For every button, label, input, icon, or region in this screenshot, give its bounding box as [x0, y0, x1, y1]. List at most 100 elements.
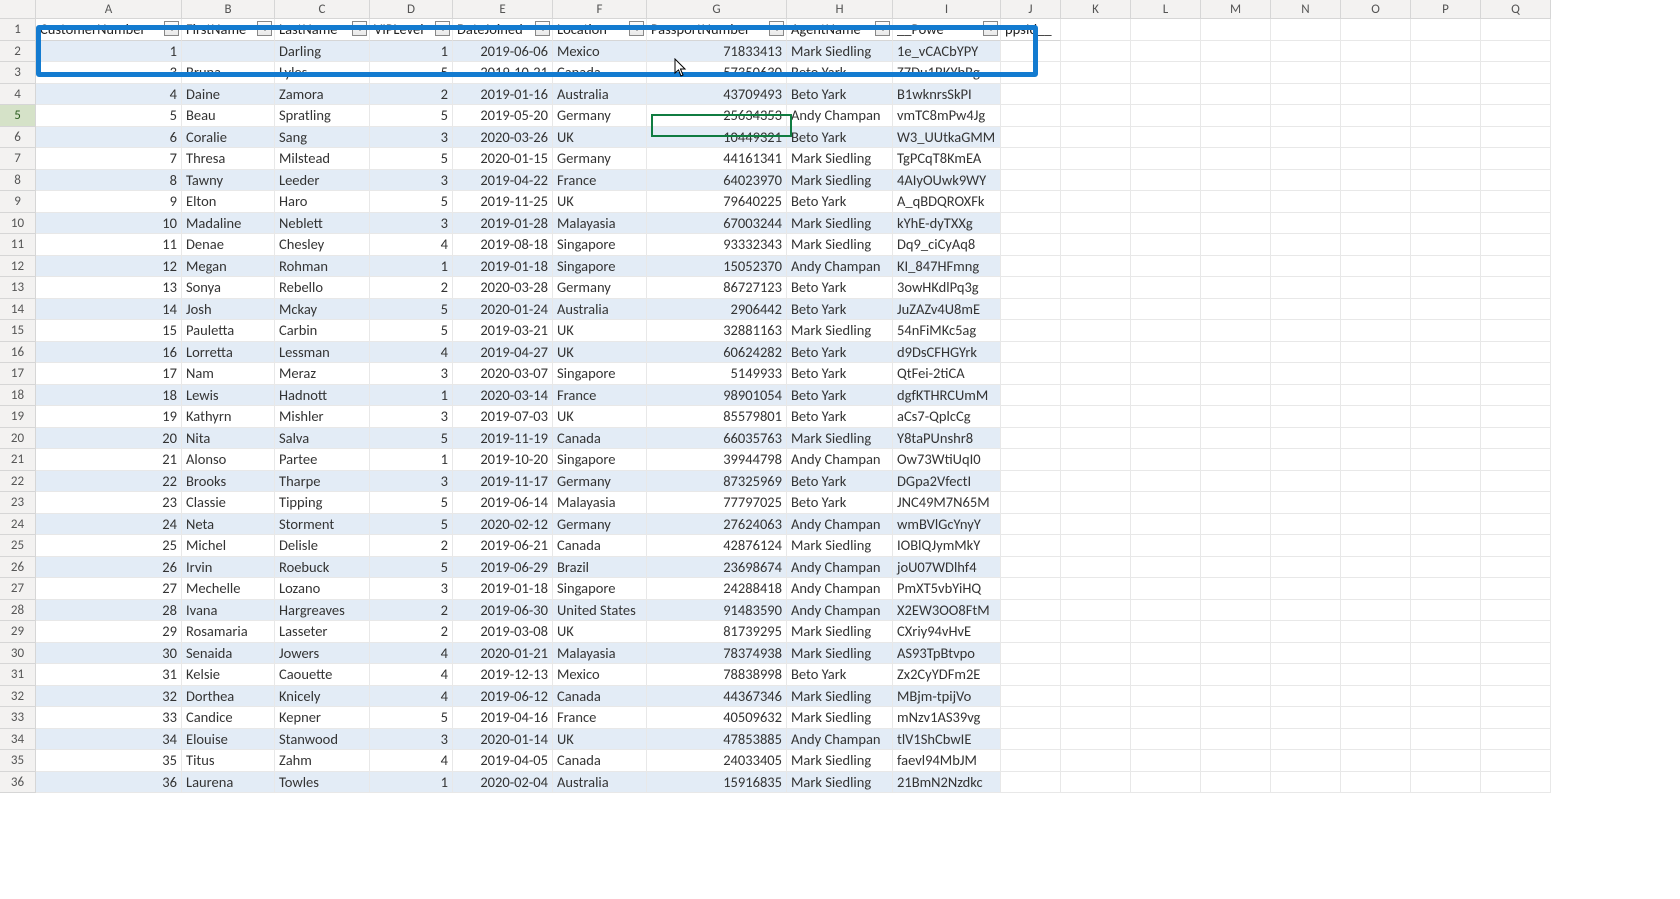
empty-cell[interactable]	[1201, 621, 1271, 643]
empty-cell[interactable]	[1201, 191, 1271, 213]
cell-vip-level[interactable]: 2	[370, 621, 453, 643]
row-header[interactable]: 33	[0, 707, 36, 729]
empty-cell[interactable]	[1061, 557, 1131, 579]
row-header[interactable]: 6	[0, 127, 36, 149]
empty-cell[interactable]	[1131, 342, 1201, 364]
cell-location[interactable]: UK	[553, 621, 647, 643]
cell-last-name[interactable]: Zamora	[275, 84, 370, 106]
table-header[interactable]: __Powe	[893, 19, 1001, 41]
filter-dropdown-icon[interactable]	[435, 21, 450, 36]
cell-location[interactable]: Canada	[553, 686, 647, 708]
row-header[interactable]: 12	[0, 256, 36, 278]
empty-cell[interactable]	[1411, 621, 1481, 643]
cell-last-name[interactable]: Knicely	[275, 686, 370, 708]
cell-agent-name[interactable]: Beto Yark	[787, 406, 893, 428]
cell-power-id[interactable]: Ow73WtiUqI0	[893, 449, 1001, 471]
empty-cell[interactable]	[1271, 707, 1341, 729]
empty-cell[interactable]	[1131, 170, 1201, 192]
cell-vip-level[interactable]: 2	[370, 84, 453, 106]
cell-first-name[interactable]: Daine	[182, 84, 275, 106]
empty-cell[interactable]	[1061, 772, 1131, 794]
table-header[interactable]: PassportNumber	[647, 19, 787, 41]
cell-customer-number[interactable]: 16	[36, 342, 182, 364]
empty-cell[interactable]	[1411, 514, 1481, 536]
cell-last-name[interactable]: Delisle	[275, 535, 370, 557]
cell-passport-number[interactable]: 87325969	[647, 471, 787, 493]
empty-cell[interactable]	[1131, 514, 1201, 536]
cell-last-name[interactable]: Mckay	[275, 299, 370, 321]
empty-cell[interactable]	[1001, 428, 1061, 450]
empty-cell[interactable]	[1201, 170, 1271, 192]
empty-cell[interactable]	[1411, 578, 1481, 600]
row-header[interactable]: 34	[0, 729, 36, 751]
empty-cell[interactable]	[1481, 729, 1551, 751]
empty-cell[interactable]	[1341, 191, 1411, 213]
empty-cell[interactable]	[1341, 385, 1411, 407]
cell-location[interactable]: Canada	[553, 428, 647, 450]
cell-location[interactable]: Malayasia	[553, 213, 647, 235]
cell-passport-number[interactable]: 25634353	[647, 105, 787, 127]
empty-cell[interactable]	[1061, 535, 1131, 557]
cell-vip-level[interactable]: 3	[370, 406, 453, 428]
cell-last-name[interactable]: Partee	[275, 449, 370, 471]
cell-agent-name[interactable]: Andy Champan	[787, 105, 893, 127]
empty-cell[interactable]	[1411, 449, 1481, 471]
cell-location[interactable]: Brazil	[553, 557, 647, 579]
empty-cell[interactable]	[1001, 621, 1061, 643]
empty-cell[interactable]	[1411, 535, 1481, 557]
cell-vip-level[interactable]: 5	[370, 62, 453, 84]
empty-cell[interactable]	[1201, 19, 1271, 41]
cell-power-id[interactable]: 4AIyOUwk9WY	[893, 170, 1001, 192]
cell-last-name[interactable]: Stanwood	[275, 729, 370, 751]
empty-cell[interactable]	[1481, 514, 1551, 536]
empty-cell[interactable]	[1411, 170, 1481, 192]
cell-agent-name[interactable]: Andy Champan	[787, 256, 893, 278]
cell-customer-number[interactable]: 31	[36, 664, 182, 686]
cell-vip-level[interactable]: 5	[370, 148, 453, 170]
empty-cell[interactable]	[1201, 127, 1271, 149]
cell-last-name[interactable]: Chesley	[275, 234, 370, 256]
cell-agent-name[interactable]: Beto Yark	[787, 492, 893, 514]
cell-power-id[interactable]: MBjm-tpijVo	[893, 686, 1001, 708]
row-header[interactable]: 20	[0, 428, 36, 450]
table-header[interactable]: CustomerNumber	[36, 19, 182, 41]
cell-vip-level[interactable]: 5	[370, 428, 453, 450]
cell-customer-number[interactable]: 36	[36, 772, 182, 794]
cell-vip-level[interactable]: 2	[370, 535, 453, 557]
cell-passport-number[interactable]: 64023970	[647, 170, 787, 192]
spreadsheet-grid[interactable]: ABCDEFGHIJKLMNOPQ1CustomerNumberFirstNam…	[0, 0, 1680, 793]
empty-cell[interactable]	[1201, 686, 1271, 708]
empty-cell[interactable]	[1271, 600, 1341, 622]
cell-vip-level[interactable]: 3	[370, 170, 453, 192]
cell-agent-name[interactable]: Mark Siedling	[787, 707, 893, 729]
cell-first-name[interactable]: Candice	[182, 707, 275, 729]
empty-cell[interactable]	[1131, 707, 1201, 729]
cell-last-name[interactable]: Meraz	[275, 363, 370, 385]
cell-power-id[interactable]: QtFei-2tiCA	[893, 363, 1001, 385]
empty-cell[interactable]	[1411, 62, 1481, 84]
cell-date-joined[interactable]: 2019-01-18	[453, 256, 553, 278]
empty-cell[interactable]	[1001, 277, 1061, 299]
cell-date-joined[interactable]: 2020-01-21	[453, 643, 553, 665]
empty-cell[interactable]	[1481, 234, 1551, 256]
column-header[interactable]: F	[553, 0, 647, 19]
empty-cell[interactable]	[1201, 492, 1271, 514]
cell-first-name[interactable]: Madaline	[182, 213, 275, 235]
cell-last-name[interactable]: Lasseter	[275, 621, 370, 643]
cell-location[interactable]: Germany	[553, 514, 647, 536]
cell-location[interactable]: Germany	[553, 471, 647, 493]
empty-cell[interactable]	[1131, 449, 1201, 471]
empty-cell[interactable]	[1271, 320, 1341, 342]
empty-cell[interactable]	[1271, 191, 1341, 213]
cell-location[interactable]: France	[553, 707, 647, 729]
cell-power-id[interactable]: KI_847HFmng	[893, 256, 1001, 278]
cell-first-name[interactable]: Elton	[182, 191, 275, 213]
column-header[interactable]: Q	[1481, 0, 1551, 19]
cell-agent-name[interactable]: Mark Siedling	[787, 621, 893, 643]
cell-customer-number[interactable]: 20	[36, 428, 182, 450]
empty-cell[interactable]	[1061, 191, 1131, 213]
empty-cell[interactable]	[1411, 105, 1481, 127]
cell-passport-number[interactable]: 23698674	[647, 557, 787, 579]
empty-cell[interactable]	[1271, 492, 1341, 514]
empty-cell[interactable]	[1001, 170, 1061, 192]
